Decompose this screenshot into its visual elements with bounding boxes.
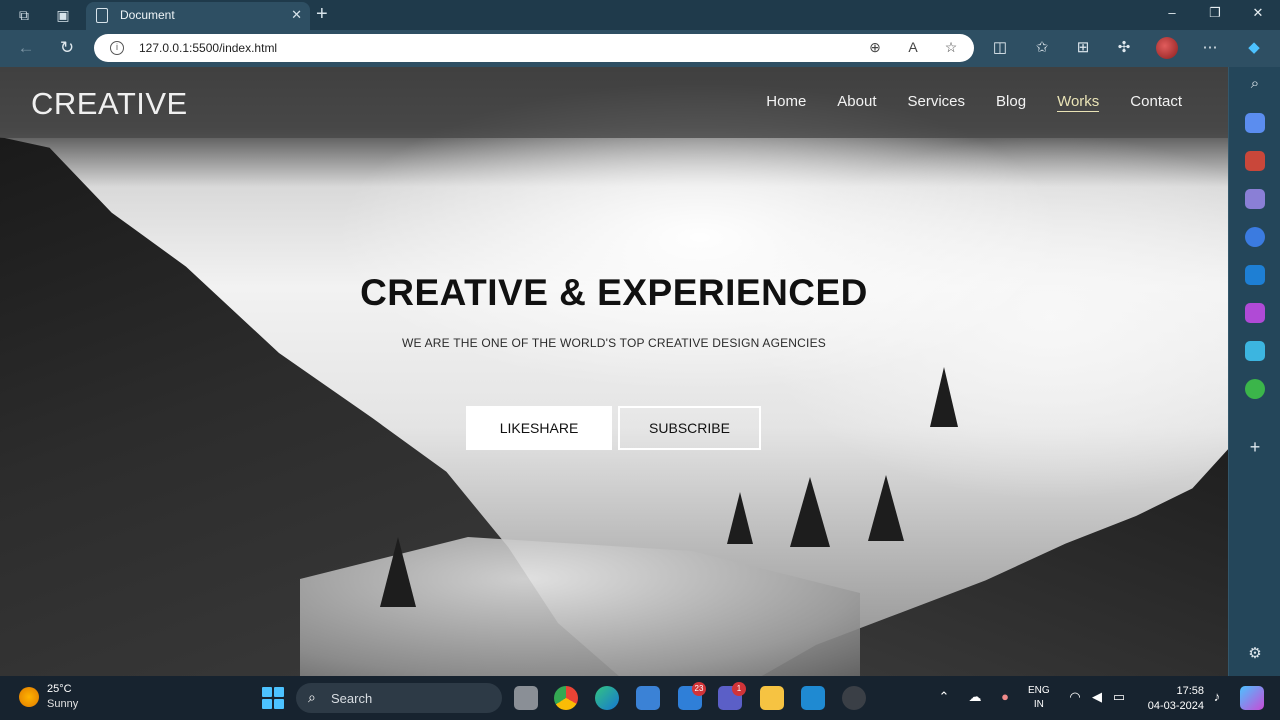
weather-temp[interactable]: 25°C xyxy=(47,683,72,695)
hero-title: CREATIVE & EXPERIENCED xyxy=(360,272,868,313)
address-bar[interactable]: i 127.0.0.1:5500/index.html ⊕ A ☆ xyxy=(94,34,974,62)
back-icon[interactable]: ← xyxy=(16,38,36,58)
favorite-icon[interactable]: ☆ xyxy=(942,39,960,56)
edge-icon[interactable] xyxy=(595,686,619,710)
site-logo[interactable]: CREATIVE xyxy=(31,86,188,122)
minimize-icon[interactable]: – xyxy=(1162,5,1182,20)
file-explorer-icon[interactable] xyxy=(760,686,784,710)
browser-tab-bar: ⧉ ▣ Document ✕ + – ❐ ✕ xyxy=(0,0,1280,30)
info-icon[interactable]: i xyxy=(110,41,124,55)
tab-actions-icon[interactable]: ▣ xyxy=(53,5,73,25)
search-icon: ⌕ xyxy=(308,689,316,705)
url-text[interactable]: 127.0.0.1:5500/index.html xyxy=(139,41,277,55)
hero-subtitle: WE ARE THE ONE OF THE WORLD'S TOP CREATI… xyxy=(402,336,826,350)
workspaces-icon[interactable]: ⧉ xyxy=(14,5,34,25)
copilot-icon[interactable]: ◆ xyxy=(1243,38,1265,58)
settings-icon[interactable]: ⚙ xyxy=(1245,644,1265,664)
designer-icon[interactable] xyxy=(1245,303,1265,323)
weather-desc[interactable]: Sunny xyxy=(47,698,78,710)
start-button[interactable] xyxy=(262,687,284,709)
store-icon[interactable] xyxy=(636,686,660,710)
split-screen-icon[interactable]: ◫ xyxy=(989,38,1011,58)
page-viewport: CREATIVE Home About Services Blog Works … xyxy=(0,67,1228,676)
new-tab-icon[interactable]: + xyxy=(316,3,328,26)
sun-icon[interactable] xyxy=(19,687,39,707)
clock[interactable]: 17:58 04-03-2024 xyxy=(1142,684,1204,714)
browser-tab[interactable]: Document ✕ xyxy=(86,2,310,30)
restore-icon[interactable]: ❐ xyxy=(1205,5,1225,21)
edge-sidebar: ⌕ + ⚙ xyxy=(1228,67,1280,676)
tools-icon[interactable] xyxy=(1245,151,1265,171)
telegram-icon[interactable] xyxy=(1245,341,1265,361)
tree xyxy=(790,477,830,547)
likeshare-button[interactable]: LIKESHARE xyxy=(466,406,612,450)
nav-blog[interactable]: Blog xyxy=(996,93,1026,112)
teams-badge: 1 xyxy=(732,682,746,696)
tree xyxy=(930,367,958,427)
close-window-icon[interactable]: ✕ xyxy=(1248,5,1268,21)
windows-taskbar: 25°C Sunny ⌕ Search 23 1 ⌃ ☁ ● ENG IN ◠ … xyxy=(0,676,1280,720)
profile-avatar[interactable] xyxy=(1156,37,1178,59)
language-indicator[interactable]: ENG IN xyxy=(1028,684,1050,712)
lang-code: ENG xyxy=(1028,685,1050,696)
volume-icon[interactable]: ◀ xyxy=(1088,689,1106,705)
obs-icon[interactable] xyxy=(842,686,866,710)
main-nav: Home About Services Blog Works Contact xyxy=(766,93,1182,112)
tree-icon[interactable] xyxy=(1245,379,1265,399)
close-tab-icon[interactable]: ✕ xyxy=(291,7,302,23)
copilot-sidebar-icon[interactable] xyxy=(1245,227,1265,247)
more-icon[interactable]: ⋯ xyxy=(1199,38,1221,58)
tab-title: Document xyxy=(120,8,175,22)
battery-icon[interactable]: ▭ xyxy=(1110,689,1128,705)
games-icon[interactable] xyxy=(1245,189,1265,209)
nav-works[interactable]: Works xyxy=(1057,93,1100,112)
site-header: CREATIVE Home About Services Blog Works … xyxy=(0,67,1228,138)
zoom-icon[interactable]: ⊕ xyxy=(866,39,884,56)
wifi-icon[interactable]: ◠ xyxy=(1066,689,1084,705)
outlook-icon[interactable] xyxy=(1245,265,1265,285)
chrome-icon[interactable] xyxy=(554,686,578,710)
nav-home[interactable]: Home xyxy=(766,93,806,112)
extensions-icon[interactable]: ✣ xyxy=(1113,38,1135,58)
clock-time: 17:58 xyxy=(1176,685,1204,697)
lang-region: IN xyxy=(1033,699,1044,710)
nav-services[interactable]: Services xyxy=(908,93,966,112)
nav-contact[interactable]: Contact xyxy=(1130,93,1182,112)
subscribe-button[interactable]: SUBSCRIBE xyxy=(618,406,761,450)
tree xyxy=(868,475,904,541)
tree xyxy=(727,492,753,544)
read-aloud-icon[interactable]: A xyxy=(904,39,922,55)
onedrive-icon[interactable]: ☁ xyxy=(966,689,984,705)
search-icon[interactable]: ⌕ xyxy=(1245,75,1265,95)
add-icon[interactable]: + xyxy=(1245,437,1265,457)
chevron-up-icon[interactable]: ⌃ xyxy=(935,689,953,705)
taskbar-search[interactable]: ⌕ Search xyxy=(296,683,502,713)
clock-date: 04-03-2024 xyxy=(1147,700,1204,712)
nav-about[interactable]: About xyxy=(837,93,876,112)
mail-badge: 23 xyxy=(692,682,706,696)
document-icon xyxy=(96,8,108,23)
vscode-icon[interactable] xyxy=(801,686,825,710)
collections-icon[interactable]: ⊞ xyxy=(1072,38,1094,58)
sidebar-app-icon[interactable] xyxy=(1245,113,1265,133)
copilot-taskbar-icon[interactable] xyxy=(1240,686,1264,710)
refresh-icon[interactable]: ↻ xyxy=(57,38,77,58)
task-view-icon[interactable] xyxy=(514,686,538,710)
microphone-icon[interactable]: ● xyxy=(996,689,1014,704)
notification-bell-icon[interactable]: ♪ xyxy=(1208,689,1226,704)
search-label: Search xyxy=(331,691,373,706)
address-toolbar: ← ↻ i 127.0.0.1:5500/index.html ⊕ A ☆ ◫ … xyxy=(0,30,1280,67)
favorites-icon[interactable]: ✩ xyxy=(1031,38,1053,58)
tree xyxy=(380,537,416,607)
